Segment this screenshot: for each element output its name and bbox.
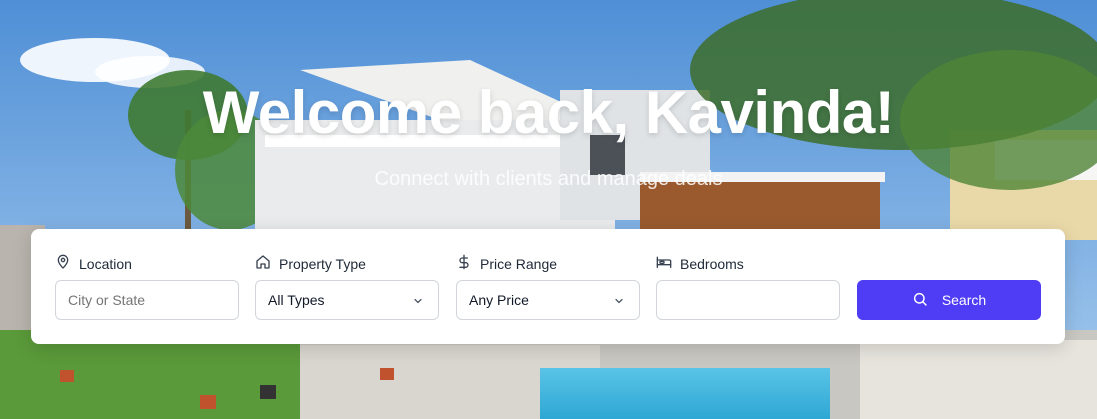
chevron-down-icon <box>613 294 625 306</box>
property-type-value: All Types <box>268 292 325 308</box>
search-icon <box>912 291 928 310</box>
price-range-label: Price Range <box>456 254 557 273</box>
property-type-select[interactable]: All Types <box>255 280 439 320</box>
bedrooms-select[interactable] <box>656 280 840 320</box>
home-icon <box>255 254 271 273</box>
location-label: Location <box>55 254 132 273</box>
dollar-icon <box>456 254 472 273</box>
search-button[interactable]: Search <box>857 280 1041 320</box>
price-range-label-text: Price Range <box>480 255 558 272</box>
bedrooms-label: Bedrooms <box>656 254 744 273</box>
hero-background <box>0 0 1097 419</box>
price-range-select[interactable]: Any Price <box>456 280 640 320</box>
page-title: Welcome back, Kavinda! <box>202 79 895 146</box>
bedrooms-label-text: Bedrooms <box>680 255 744 272</box>
chevron-down-icon <box>412 294 424 306</box>
property-search-card: Location Property Type All Types Price R… <box>31 229 1065 344</box>
price-range-value: Any Price <box>469 292 529 308</box>
search-button-label: Search <box>941 292 987 308</box>
property-type-label-text: Property Type <box>279 255 366 272</box>
map-pin-icon <box>55 254 71 273</box>
bed-icon <box>656 254 672 273</box>
property-type-label: Property Type <box>255 254 366 273</box>
location-label-text: Location <box>79 255 132 272</box>
location-input[interactable] <box>55 280 239 320</box>
page-subtitle: Connect with clients and manage deals <box>374 168 723 190</box>
